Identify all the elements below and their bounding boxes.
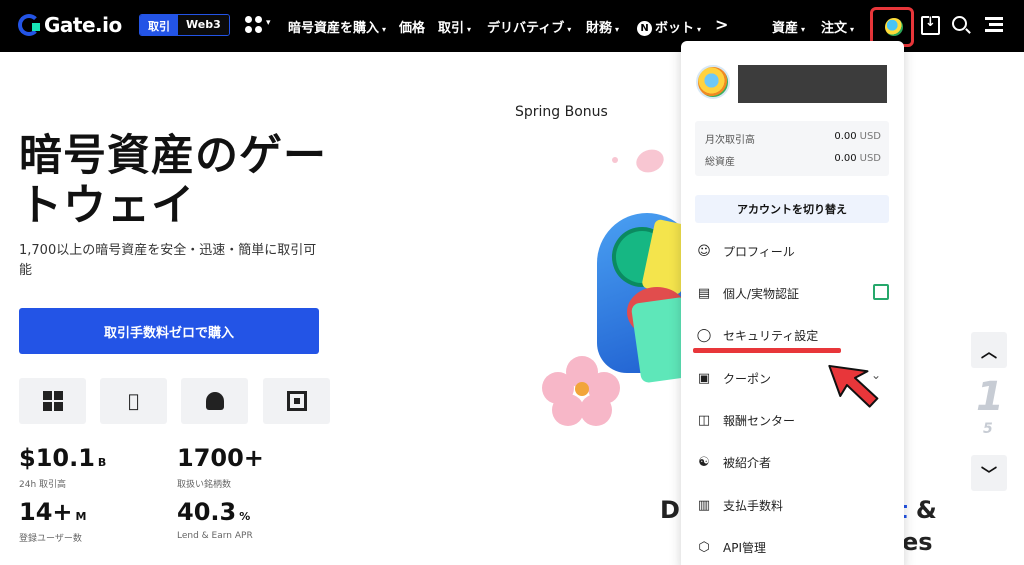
search-icon[interactable] [952,16,967,31]
mode-exchange-tab[interactable]: 取引 [140,15,178,35]
nav-item-trade[interactable]: 取引 ▾ [438,17,471,36]
android-icon [205,392,224,410]
pointer-arrow-annotation [828,364,879,408]
nav-item-assets[interactable]: 資産 ▾ [772,17,805,36]
account-dropdown: 月次取引高 0.00 USD 総資産 0.00 USD アカウントを切り替え ☺ プ… [681,41,904,565]
redacted-username [738,65,887,103]
menu-item-referrals[interactable]: ☯ 被紹介者 [695,449,891,475]
gate-logo-icon [18,14,40,36]
hero-title: 暗号資産のゲートウェイ [19,131,327,231]
monthly-volume-value: 0.00 USD [834,131,881,142]
fee-icon: ▥ [697,497,711,513]
windows-icon [42,391,63,411]
mode-toggle: 取引 Web3 [139,14,230,36]
download-icon[interactable] [921,15,940,35]
verified-badge-icon [873,284,889,300]
chevron-down-icon: ▾ [266,18,271,28]
profile-icon: ☺ [697,243,711,259]
api-icon: ⬡ [698,539,710,555]
coins-icon: ☯ [698,454,710,470]
nav-item-price[interactable]: 価格 [399,17,425,36]
stat-users-caption: 登録ユーザー数 [19,534,82,544]
chevron-down-icon: ▾ [467,25,472,34]
apple-download-button[interactable]:  [100,378,167,424]
menu-item-api-management[interactable]: ⬡ API管理 [695,534,891,560]
bot-icon: N [637,21,652,36]
menu-item-profile[interactable]: ☺ プロフィール [695,238,891,264]
stat-volume-caption: 24h 取引高 [19,480,67,490]
menu-item-fees[interactable]: ▥ 支払手数料 [695,492,891,518]
chevron-down-icon: ▾ [567,25,572,34]
carousel-down-button[interactable]: ﹀ [971,455,1007,491]
chevron-down-icon: ▾ [850,25,855,34]
chevron-down-icon: ▾ [697,25,702,34]
stat-coins-value: 1700+ [177,444,264,472]
total-assets-value: 0.00 USD [834,153,881,164]
hero-subtitle: 1,700以上の暗号資産を安全・迅速・簡単に取引可能 [19,243,317,278]
slide-total: 5 [983,421,993,437]
nav-item-orders[interactable]: 注文 ▾ [821,17,854,36]
nav-item-buy-crypto[interactable]: 暗号資産を購入 ▾ [288,17,386,36]
coupon-icon: ▣ [697,370,711,386]
android-download-button[interactable] [181,378,248,424]
qr-code-button[interactable] [263,378,330,424]
total-assets-label: 総資産 [705,157,735,168]
highlight-underline [693,348,841,353]
switch-account-button[interactable]: アカウントを切り替え [695,195,889,223]
mode-web3-tab[interactable]: Web3 [178,15,229,35]
hamburger-menu-icon[interactable] [985,17,1003,33]
nav-more-chevron-icon[interactable]: > [715,15,728,34]
chevron-down-icon: ▾ [382,25,387,34]
stat-apr-caption: Lend & Earn APR [177,531,253,541]
stat-users-value: 14+ M [19,498,87,526]
stat-coins-caption: 取扱い銘柄数 [177,480,232,490]
logo-text: Gate.io [44,13,122,37]
menu-item-identity-verification[interactable]: ▤ 個人/実物認証 [695,280,891,306]
shield-icon: ◯ [696,327,712,343]
slide-number: 1 [976,374,1004,420]
account-stats: 月次取引高 0.00 USD 総資産 0.00 USD [695,121,889,176]
promo-label: Spring Bonus [515,104,608,120]
stat-volume-value: $10.1 B [19,444,107,472]
windows-download-button[interactable] [19,378,86,424]
nav-item-finance[interactable]: 財務 ▾ [586,17,619,36]
qr-code-icon [286,391,307,411]
apps-grid-icon[interactable] [245,16,263,34]
chevron-down-icon: ▾ [801,25,806,34]
chevron-down-icon: ▾ [615,25,620,34]
logo[interactable]: Gate.io [18,13,122,37]
apple-icon:  [128,391,139,412]
gift-icon: ◫ [697,412,711,428]
buy-zero-fee-button[interactable]: 取引手数料ゼロで購入 [19,308,319,354]
promo-heading-fragment-right-2: es [902,528,933,556]
menu-item-security-settings[interactable]: ◯ セキュリティ設定 [695,322,891,348]
nav-item-bot[interactable]: N ボット ▾ [637,17,701,36]
carousel-up-button[interactable]: ︿ [971,332,1007,368]
avatar [885,18,903,36]
stat-apr-value: 40.3% [177,498,251,526]
avatar [696,65,730,99]
id-card-icon: ▤ [697,285,711,301]
monthly-volume-label: 月次取引高 [705,135,755,146]
nav-item-derivatives[interactable]: デリバティブ ▾ [487,17,571,36]
